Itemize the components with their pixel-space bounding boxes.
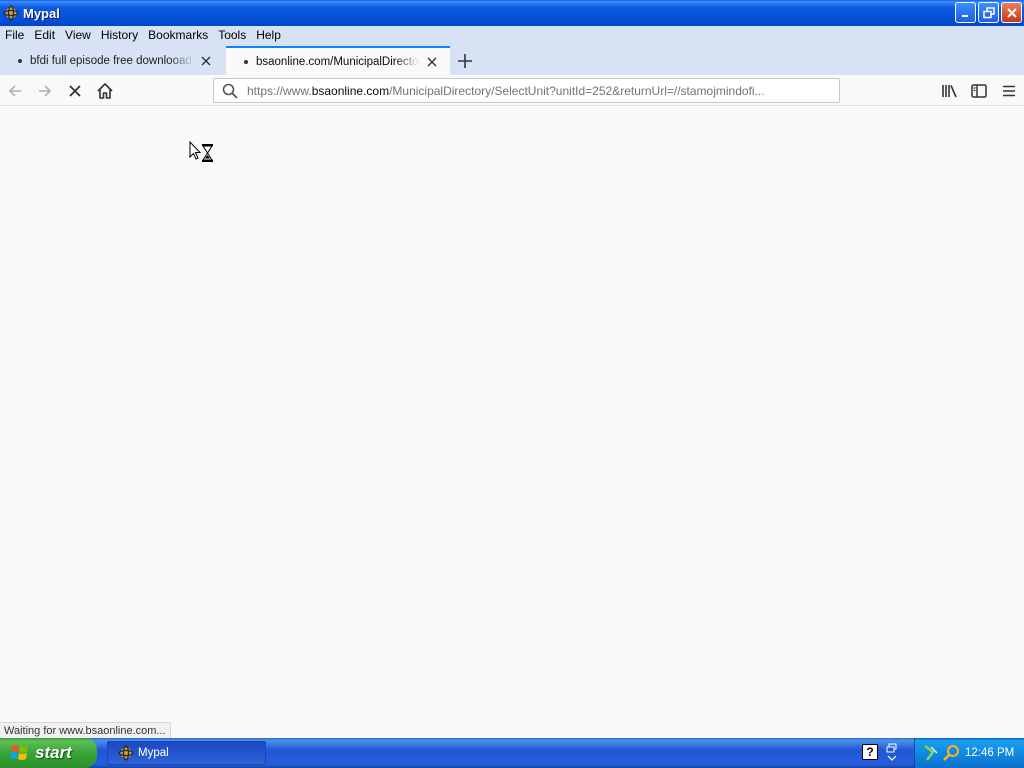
back-arrow-icon <box>8 85 21 97</box>
new-tab-button[interactable] <box>455 51 475 71</box>
url-bar[interactable]: https://www.bsaonline.com/MunicipalDirec… <box>213 78 840 103</box>
system-tray: 12:46 PM <box>914 738 1024 768</box>
start-label: start <box>35 743 72 762</box>
menu-tools[interactable]: Tools <box>213 28 251 42</box>
taskbar-item-mypal[interactable]: Mypal <box>107 741 266 765</box>
url-host: bsaonline.com <box>311 83 390 98</box>
menu-bar: File Edit View History Bookmarks Tools H… <box>0 26 1024 44</box>
network-icon[interactable] <box>923 744 939 762</box>
restore-icon <box>982 6 995 18</box>
tab-bfdi[interactable]: bfdi full episode free downlooad pu <box>0 46 224 75</box>
home-icon <box>97 83 113 99</box>
sidebar-button[interactable] <box>969 81 989 101</box>
screen: Mypal File Edit View History Bookmarks T… <box>0 0 1024 768</box>
plus-icon <box>458 54 472 68</box>
taskbar: start Mypal ? 12:46 PM <box>0 738 1024 768</box>
forward-arrow-icon <box>39 85 52 97</box>
search-tray-icon[interactable] <box>943 744 961 762</box>
menu-edit[interactable]: Edit <box>29 28 60 42</box>
busy-cursor-icon <box>189 141 213 162</box>
url-path: /MunicipalDirectory/SelectUnit?unitId=25… <box>389 83 765 98</box>
menu-help[interactable]: Help <box>251 28 286 42</box>
status-bar: Waiting for www.bsaonline.com... <box>0 722 171 738</box>
page-content-area[interactable] <box>0 106 1024 722</box>
close-icon <box>1006 7 1017 18</box>
windows-logo-icon <box>10 745 28 760</box>
close-icon <box>201 56 211 65</box>
window-controls <box>955 2 1022 23</box>
restore-taskbar-icon[interactable] <box>886 743 898 761</box>
menu-history[interactable]: History <box>96 28 143 42</box>
clock: 12:46 PM <box>965 747 1015 759</box>
tab-strip: bfdi full episode free downlooad pu bsao… <box>0 44 1024 75</box>
window-title: Mypal <box>23 5 60 21</box>
url-scheme: https://www. <box>247 83 312 98</box>
menu-file[interactable]: File <box>0 28 29 42</box>
library-icon <box>942 85 957 98</box>
minimize-button[interactable] <box>955 2 976 23</box>
forward-button[interactable] <box>35 81 55 101</box>
tab-title: bsaonline.com/MunicipalDirectory/ <box>256 55 420 68</box>
window-titlebar[interactable]: Mypal <box>0 0 1024 26</box>
hamburger-menu-icon <box>1003 85 1015 97</box>
minimize-icon <box>961 14 968 17</box>
restore-button[interactable] <box>978 2 999 23</box>
search-icon <box>221 82 239 100</box>
close-window-button[interactable] <box>1001 2 1022 23</box>
menu-button[interactable] <box>999 81 1019 101</box>
library-button[interactable] <box>940 81 960 101</box>
mypal-app-icon <box>118 745 134 761</box>
tab-title: bfdi full episode free downlooad pu <box>30 54 194 67</box>
start-button[interactable]: start <box>0 738 97 768</box>
navigation-toolbar: https://www.bsaonline.com/MunicipalDirec… <box>0 75 1024 106</box>
home-button[interactable] <box>95 81 115 101</box>
menu-bookmarks[interactable]: Bookmarks <box>143 28 213 42</box>
menu-view[interactable]: View <box>60 28 96 42</box>
tab-bsaonline[interactable]: bsaonline.com/MunicipalDirectory/ <box>226 46 450 75</box>
tab-close-button[interactable] <box>198 53 214 69</box>
tab-close-button[interactable] <box>424 54 440 70</box>
taskbar-item-label: Mypal <box>138 747 169 759</box>
help-icon[interactable]: ? <box>862 744 878 760</box>
sidebar-icon <box>971 84 987 98</box>
mypal-app-icon[interactable] <box>3 5 19 21</box>
loading-dot-icon <box>18 58 22 63</box>
stop-button[interactable] <box>65 81 85 101</box>
url-text[interactable]: https://www.bsaonline.com/MunicipalDirec… <box>247 84 813 98</box>
stop-icon <box>69 85 81 97</box>
back-button[interactable] <box>5 81 25 101</box>
loading-dot-icon <box>244 59 248 64</box>
close-icon <box>427 57 437 66</box>
